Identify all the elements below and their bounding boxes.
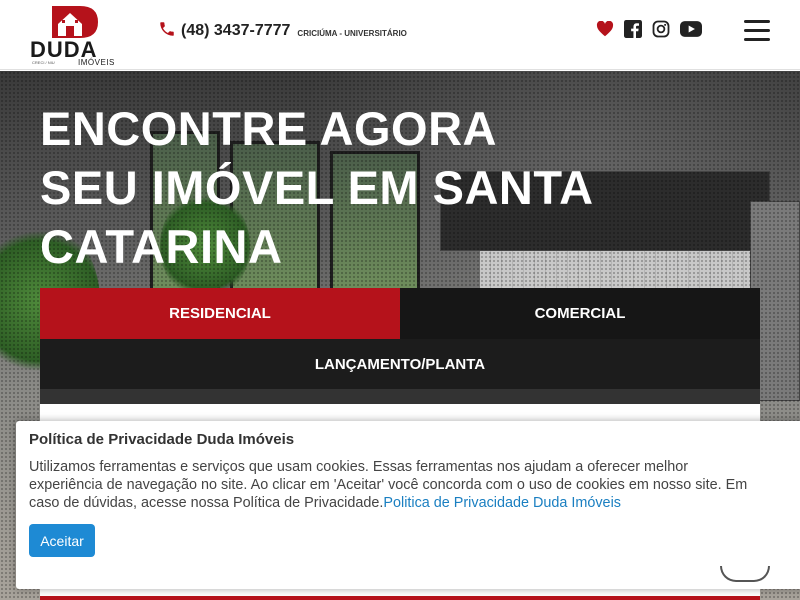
logo-creci: CRECI / NIU [32,60,55,65]
cookie-text: Utilizamos ferramentas e serviços que us… [29,458,800,512]
instagram-icon[interactable] [652,20,670,42]
accept-cookies-button[interactable]: Aceitar [29,524,95,557]
logo-subtext: IMÓVEIS [78,58,115,67]
hero-title-line: SEU IMÓVEL EM SANTA [40,161,594,214]
tab-comercial[interactable]: COMERCIAL [400,288,760,339]
phone-number[interactable]: (48) 3437-7777 [181,22,290,40]
phone-contact[interactable]: (48) 3437-7777 CRICIÚMA - UNIVERSITÁRIO [158,20,407,42]
tab-residencial[interactable]: RESIDENCIAL [40,288,400,339]
cookie-banner: Política de Privacidade Duda Imóveis Uti… [16,421,800,589]
privacy-policy-link[interactable]: Politica de Privacidade Duda Imóveis [383,495,621,511]
menu-icon[interactable] [744,20,770,44]
cookie-text-line: caso de dúvidas, acesse nossa Política d… [29,495,384,511]
cookie-text-line: experiência de navegação no site. Ao cli… [29,477,748,493]
cookie-text-line: Utilizamos ferramentas e serviços que us… [29,459,689,475]
social-links [596,20,702,42]
hero-title-line: ENCONTRE AGORA [40,102,497,155]
facebook-icon[interactable] [624,20,642,42]
hero-title: ENCONTRE AGORA SEU IMÓVEL EM SANTA CATAR… [40,99,660,276]
cookie-title: Política de Privacidade Duda Imóveis [29,431,295,448]
site-header: DUDA CRECI / NIU IMÓVEIS (48) 3437-7777 … [0,0,800,70]
property-type-tabs: RESIDENCIAL COMERCIAL LANÇAMENTO/PLANTA [40,288,760,390]
heart-icon[interactable] [596,20,614,41]
red-strip [40,596,760,600]
logo[interactable]: DUDA CRECI / NIU IMÓVEIS [28,4,122,67]
phone-icon [158,20,176,42]
hero-title-line: CATARINA [40,220,283,273]
house-logo-icon [52,6,98,38]
youtube-icon[interactable] [680,21,702,41]
tab-lancamento-planta[interactable]: LANÇAMENTO/PLANTA [40,339,760,390]
search-panel-header [40,389,760,404]
phone-location: CRICIÚMA - UNIVERSITÁRIO [297,28,407,38]
